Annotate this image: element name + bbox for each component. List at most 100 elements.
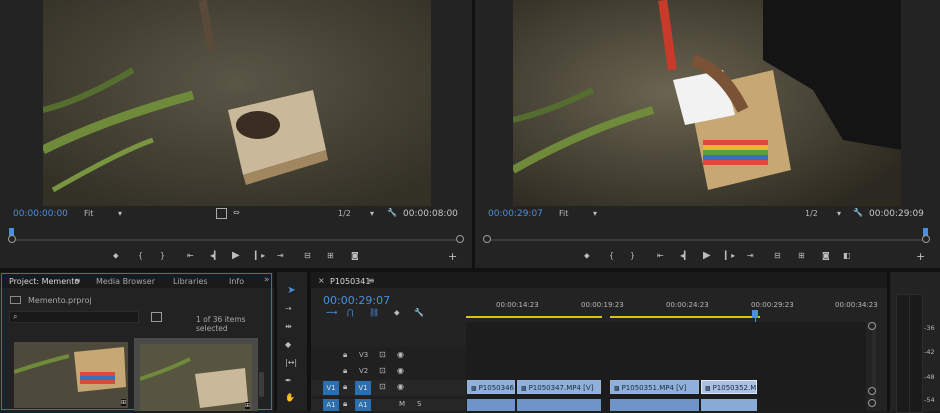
hand-icon[interactable]: ✋ — [285, 393, 295, 402]
lock-icon[interactable]: 🔒︎ — [343, 399, 347, 409]
search-input[interactable]: ⌕ — [9, 311, 139, 323]
mute-button[interactable]: M — [399, 400, 405, 408]
go-to-in-icon[interactable]: ⇤ — [187, 251, 194, 260]
track-name[interactable]: V2 — [359, 367, 368, 375]
lock-icon[interactable]: 🔒︎ — [343, 382, 347, 392]
razor-icon[interactable]: ◆ — [285, 340, 291, 349]
solo-button[interactable]: S — [417, 400, 421, 408]
out-point-icon[interactable]: } — [160, 251, 165, 260]
scroll-handle-bottom[interactable] — [868, 387, 876, 395]
selection-arrow-icon[interactable]: ➤ — [285, 285, 298, 297]
step-forward-icon[interactable]: ▎▸ — [255, 251, 265, 260]
eye-icon[interactable]: ◉ — [397, 366, 404, 375]
overwrite-icon[interactable]: ⊞ — [327, 251, 334, 260]
linked-selection-icon[interactable]: ⛓ — [369, 308, 379, 317]
slip-icon[interactable]: |↔| — [285, 358, 297, 367]
track-name[interactable]: V3 — [359, 351, 368, 359]
in-point-icon[interactable]: { — [609, 251, 614, 260]
media-thumbnail[interactable]: ⊞ — [14, 342, 128, 408]
go-to-out-icon[interactable]: ⇥ — [277, 251, 284, 260]
marker-icon[interactable]: ⬥ — [394, 308, 400, 318]
timeline-playhead-head[interactable] — [752, 310, 758, 318]
snap-icon[interactable]: ⋂ — [347, 308, 354, 317]
play-icon[interactable]: ▶ — [703, 250, 711, 261]
clip-v1[interactable]: ▩ P1050347.MP4 [V] — [517, 380, 601, 394]
camera-icon[interactable]: ◙ — [351, 251, 359, 260]
out-point-icon[interactable]: } — [630, 251, 635, 260]
source-fit-select[interactable]: Fit ▾ — [84, 209, 122, 220]
new-bin-from-search-icon[interactable] — [151, 312, 162, 322]
lock-icon[interactable]: 🔒︎ — [343, 350, 347, 360]
play-icon[interactable]: ▶ — [232, 250, 240, 261]
project-scrollbar[interactable] — [259, 372, 264, 397]
insert-icon[interactable]: ⊟ — [304, 251, 311, 260]
wrench-icon[interactable]: 🔧 — [414, 308, 424, 317]
extract-icon[interactable]: ⊞ — [798, 251, 805, 260]
step-back-icon[interactable]: ◂▎ — [680, 251, 690, 260]
lift-icon[interactable]: ⊟ — [774, 251, 781, 260]
tab-libraries[interactable]: Libraries — [173, 277, 208, 286]
program-zoom-end-handle[interactable] — [922, 235, 930, 243]
sync-lock-icon[interactable]: ⊡ — [379, 350, 386, 359]
step-forward-icon[interactable]: ▎▸ — [725, 251, 735, 260]
camera-icon[interactable]: ◙ — [822, 251, 830, 260]
tab-project[interactable]: Project: Memento — [9, 277, 79, 286]
go-to-in-icon[interactable]: ⇤ — [657, 251, 664, 260]
timeline-timecode[interactable]: 00:00:29:07 — [323, 294, 390, 307]
track-select-icon[interactable]: ⇢ — [285, 304, 292, 313]
program-timecode[interactable]: 00:00:29:07 — [488, 209, 543, 219]
add-icon[interactable]: + — [916, 250, 925, 263]
audio-clip[interactable] — [517, 399, 601, 411]
program-time-ruler[interactable] — [487, 239, 927, 241]
source-timecode[interactable]: 00:00:00:00 — [13, 209, 68, 219]
panel-menu-icon[interactable]: ≡ — [74, 276, 81, 285]
wrench-icon[interactable]: 🔧 — [853, 208, 863, 217]
source-resolution-select[interactable]: 1/2 ▾ — [338, 209, 374, 218]
wrench-icon[interactable]: 🔧 — [387, 208, 397, 217]
clip-v1[interactable]: ▩ P1050351.MP4 [V] — [610, 380, 699, 394]
sequence-tab[interactable]: P1050341 — [330, 277, 370, 286]
audio-clip[interactable] — [701, 399, 757, 411]
ripple-edit-icon[interactable]: ⇹ — [285, 322, 292, 331]
drag-video-icon[interactable]: ⇔ — [233, 208, 240, 217]
tab-overflow[interactable]: » — [264, 275, 270, 285]
source-time-ruler[interactable] — [12, 239, 460, 241]
program-resolution-select[interactable]: 1/2 ▾ — [805, 209, 841, 218]
tab-info[interactable]: Info — [229, 277, 244, 286]
track-name[interactable]: A1 — [355, 399, 371, 411]
go-to-out-icon[interactable]: ⇥ — [747, 251, 754, 260]
scroll-handle-top[interactable] — [868, 322, 876, 330]
track-name[interactable]: V1 — [355, 381, 371, 395]
in-point-icon[interactable]: { — [138, 251, 143, 260]
close-icon[interactable]: × — [318, 276, 325, 285]
work-area-bar[interactable] — [466, 316, 602, 318]
clip-v1[interactable]: ▩ P1050346 — [467, 380, 515, 394]
media-thumbnail-selected[interactable]: ⊞ — [134, 338, 258, 411]
panel-menu-icon[interactable]: ≡ — [368, 276, 375, 285]
eye-icon[interactable]: ◉ — [397, 382, 404, 391]
add-icon[interactable]: + — [448, 250, 457, 263]
program-fit-select[interactable]: Fit ▾ — [559, 209, 597, 220]
source-zoom-end-handle[interactable] — [456, 235, 464, 243]
source-patch-v1[interactable]: V1 — [323, 381, 339, 395]
marker-icon[interactable]: ⬥ — [113, 251, 119, 261]
program-zoom-start-handle[interactable] — [483, 235, 491, 243]
nest-icon[interactable]: ⟿ — [326, 308, 337, 317]
lock-icon[interactable]: 🔒︎ — [343, 366, 347, 376]
export-frame-icon[interactable] — [216, 208, 227, 219]
program-video-frame[interactable] — [513, 0, 901, 206]
pen-icon[interactable]: ✒ — [285, 376, 292, 385]
step-back-icon[interactable]: ◂▎ — [210, 251, 220, 260]
sync-lock-icon[interactable]: ⊡ — [379, 366, 386, 375]
source-patch-a1[interactable]: A1 — [323, 399, 339, 411]
audio-clip[interactable] — [610, 399, 699, 411]
time-ruler[interactable]: 00:00:14:23 00:00:19:23 00:00:24:23 00:0… — [466, 298, 878, 322]
audio-clip[interactable] — [467, 399, 515, 411]
tab-media-browser[interactable]: Media Browser — [96, 277, 155, 286]
source-video-frame[interactable] — [43, 0, 431, 206]
compare-view-icon[interactable]: ◧ — [843, 251, 851, 260]
source-zoom-start-handle[interactable] — [8, 235, 16, 243]
work-area-bar[interactable] — [610, 316, 760, 318]
marker-icon[interactable]: ⬥ — [584, 251, 590, 261]
eye-icon[interactable]: ◉ — [397, 350, 404, 359]
